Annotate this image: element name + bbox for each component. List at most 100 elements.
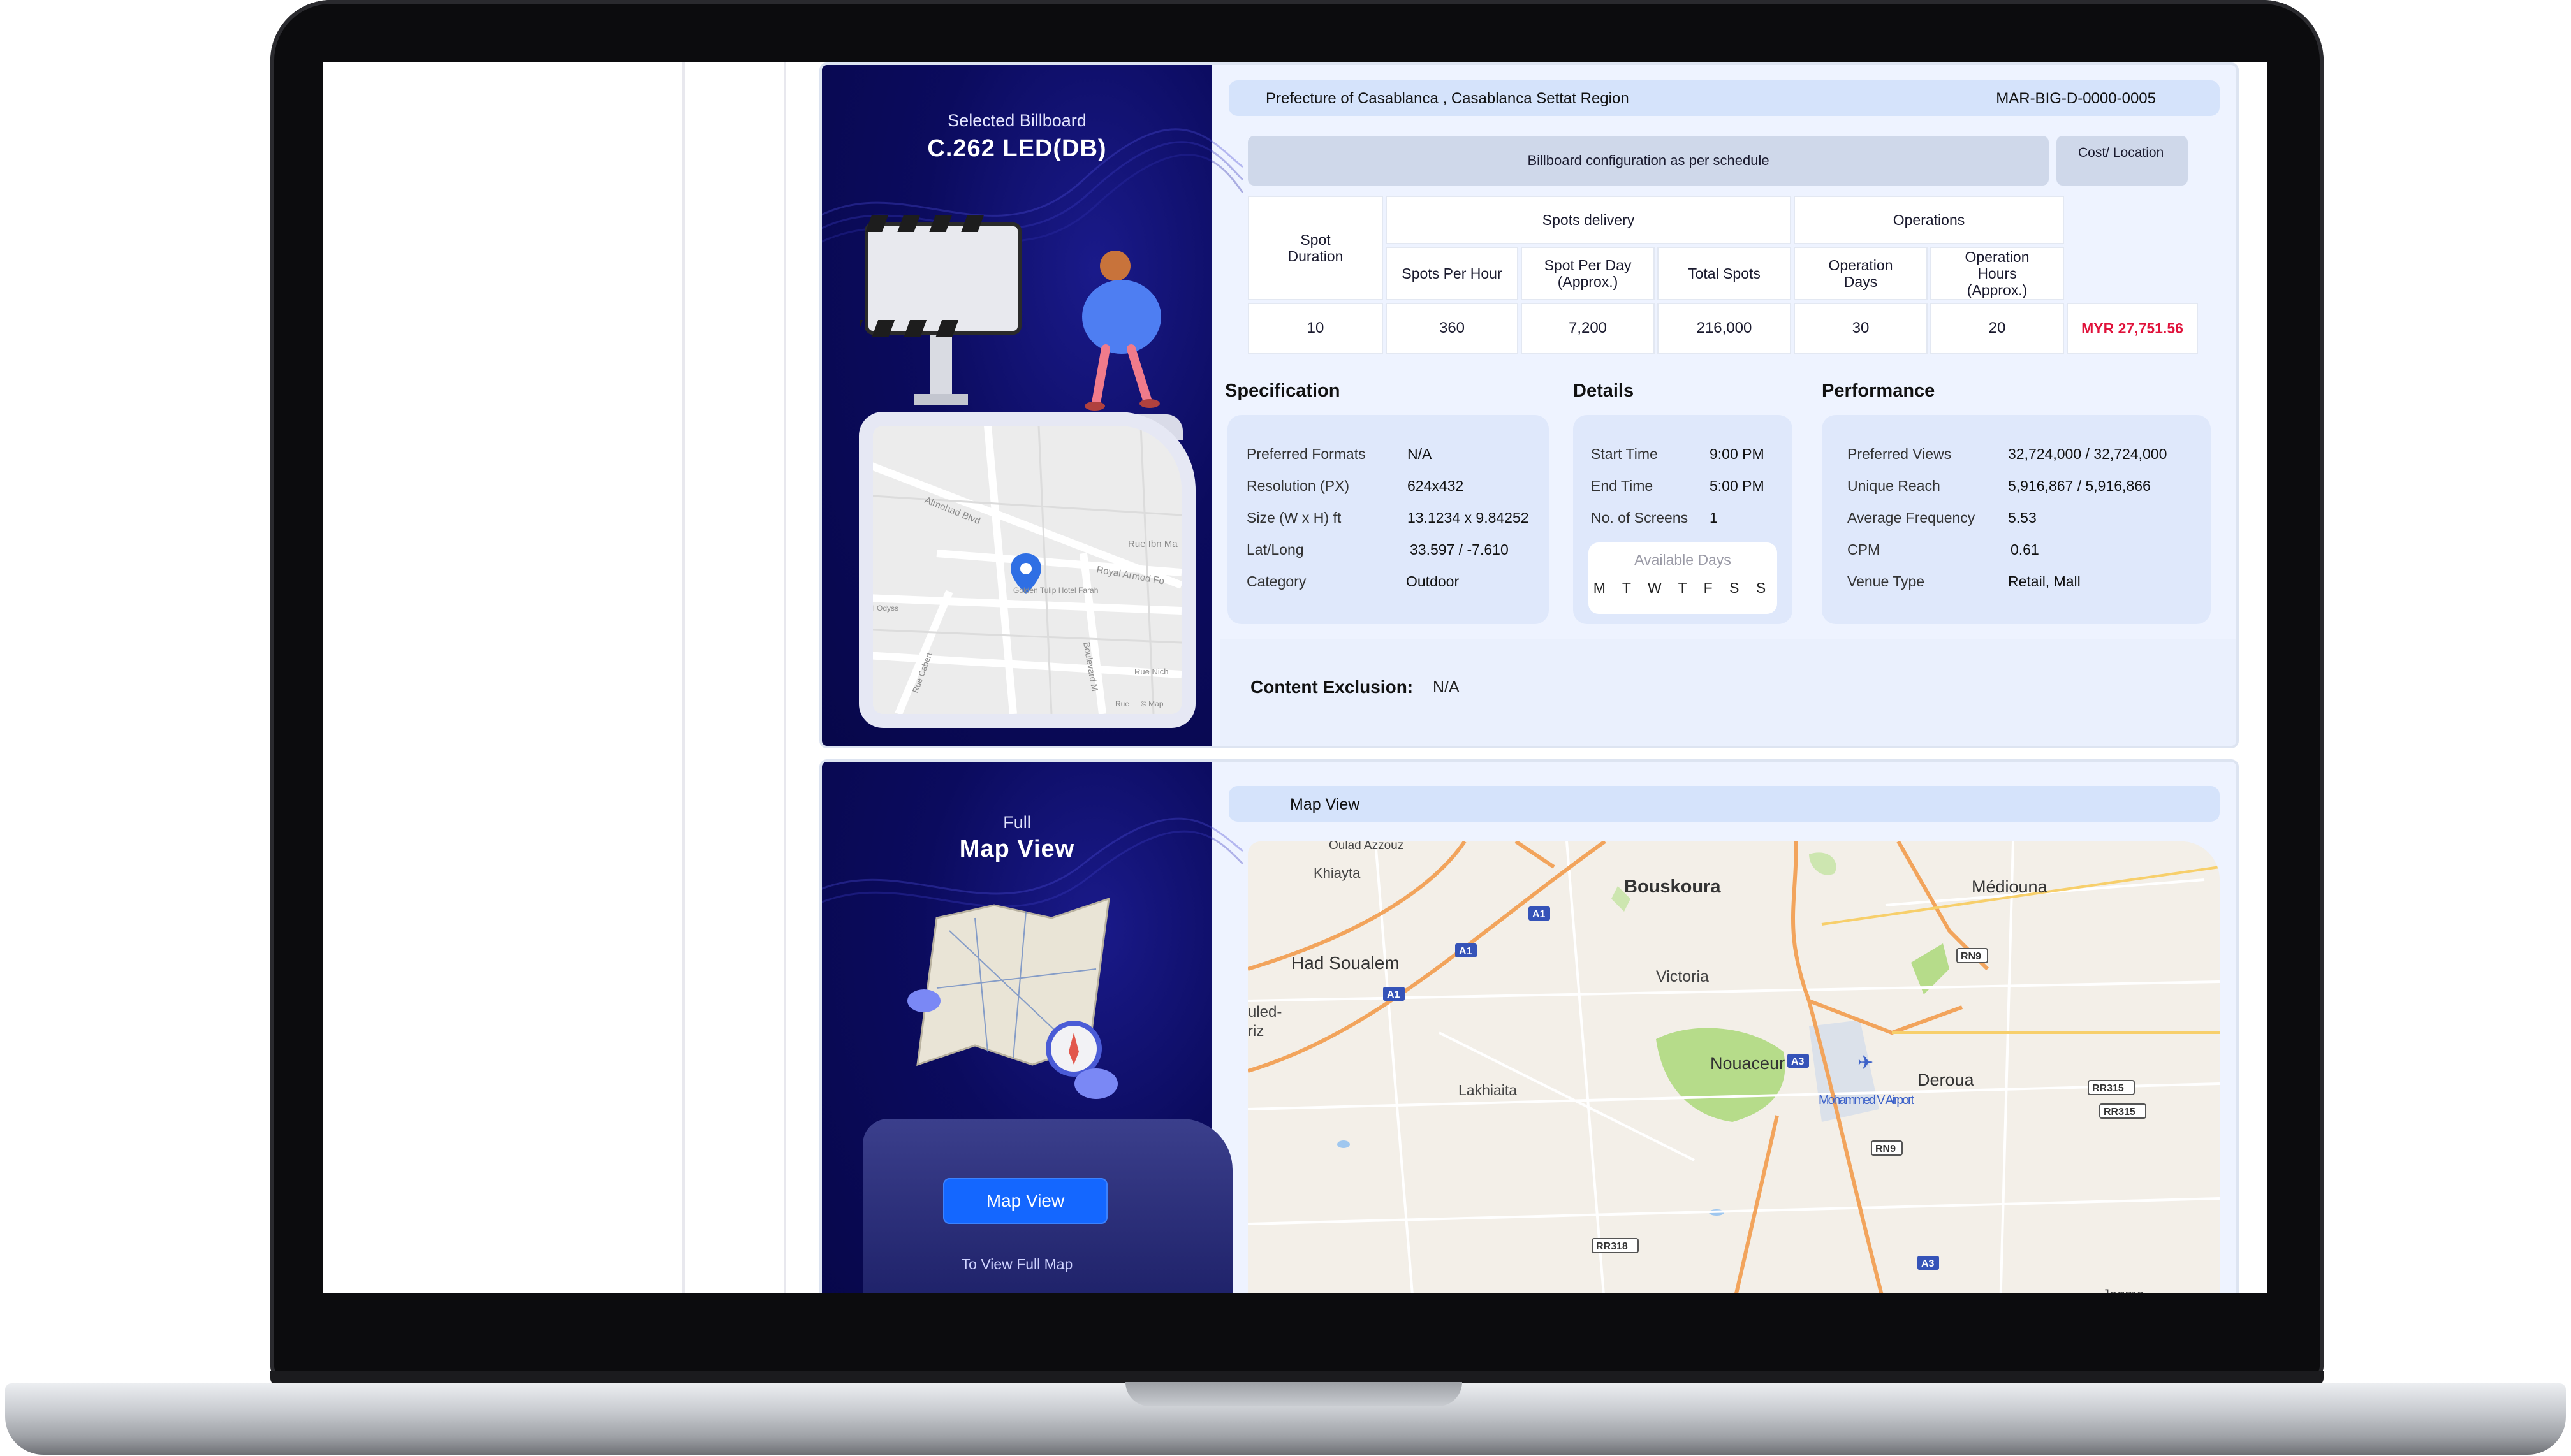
- spec-value: N/A: [1407, 446, 1432, 462]
- laptop-notch: [1125, 1382, 1462, 1406]
- perf-label: Preferred Views: [1847, 446, 1952, 462]
- cost-header: Cost/ Location: [2056, 136, 2188, 186]
- cost-header-label: Cost/ Location: [2078, 145, 2164, 160]
- map-label-rue-ibn: Rue Ibn Ma: [1128, 539, 1178, 550]
- spec-label: Lat/Long: [1247, 541, 1304, 558]
- details-panel: Start Time 9:00 PM End Time 5:00 PM No. …: [1573, 415, 1792, 624]
- place-nouaceur: Nouaceur: [1710, 1054, 1785, 1073]
- place-bouskoura: Bouskoura: [1624, 877, 1721, 897]
- map-attribution: © Map: [1141, 699, 1164, 708]
- col-operation-hours: Operation Hours (Approx.): [1930, 247, 2064, 300]
- specification-title: Specification: [1225, 381, 1340, 401]
- region-map[interactable]: ✈ Oulad Azzouz Khiayta Bouskoura Médioun…: [1248, 841, 2220, 1293]
- place-riz: riz: [1248, 1023, 1264, 1040]
- col-spot-per-day: Spot Per Day (Approx.): [1521, 247, 1655, 300]
- map-view-bar-label: Map View: [1290, 796, 1360, 813]
- config-header: Billboard configuration as per schedule: [1248, 136, 2049, 186]
- place-lakhiaita: Lakhiaita: [1458, 1082, 1517, 1098]
- cell-operation-days: 30: [1794, 303, 1928, 354]
- hero-kicker: Selected Billboard: [948, 111, 1087, 130]
- location-name: Prefecture of Casablanca , Casablanca Se…: [1266, 90, 1629, 107]
- map-card: Full Map View Map View To View Full Map …: [819, 759, 2239, 1293]
- available-days-title: Available Days: [1634, 551, 1731, 568]
- details-label: Start Time: [1591, 446, 1658, 462]
- perf-value: 5,916,867 / 5,916,866: [2008, 477, 2151, 494]
- mini-map-streets: Almohad Blvd Rue Ibn Ma Royal Armed Fo G…: [873, 426, 1182, 714]
- content-exclusion-label: Content Exclusion:: [1250, 677, 1414, 697]
- map-view-caption: To View Full Map: [961, 1256, 1073, 1272]
- billboard-info: Prefecture of Casablanca , Casablanca Se…: [1212, 65, 2236, 746]
- billboard-illustration: [860, 215, 1022, 405]
- spec-label: Category: [1247, 573, 1307, 590]
- map-hero-title: Map View: [959, 836, 1075, 863]
- perf-label: Unique Reach: [1847, 477, 1940, 494]
- map-hero: Full Map View Map View To View Full Map: [822, 762, 1243, 1293]
- mini-map[interactable]: Almohad Blvd Rue Ibn Ma Royal Armed Fo G…: [873, 426, 1182, 714]
- spec-value: Outdoor: [1406, 573, 1460, 590]
- character-illustration: [1082, 251, 1161, 411]
- side-gutter: [685, 62, 786, 1293]
- perf-value: 5.53: [2008, 509, 2037, 526]
- perf-value: 0.61: [2011, 541, 2039, 558]
- map-view-bar: Map View: [1229, 786, 2220, 822]
- col-operation-days: Operation Days: [1794, 247, 1928, 300]
- sidebar: [323, 62, 685, 1293]
- map-label-rue-nich: Rue Nich: [1134, 667, 1168, 676]
- badge-rr315: RR315: [2104, 1107, 2135, 1117]
- place-had-soualem: Had Soualem: [1291, 953, 1400, 973]
- place-uled: uled-: [1248, 1003, 1282, 1021]
- details-label: No. of Screens: [1591, 509, 1688, 526]
- place-victoria: Victoria: [1656, 968, 1709, 986]
- cell-total-spots: 216,000: [1657, 303, 1791, 354]
- folded-map-illustration: [907, 897, 1118, 1099]
- details-value: 5:00 PM: [1710, 477, 1764, 494]
- badge-a3: A3: [1921, 1258, 1935, 1269]
- details-title: Details: [1573, 381, 1634, 401]
- performance-title: Performance: [1822, 381, 1935, 401]
- group-operations: Operations: [1794, 196, 2064, 244]
- place-jaqma: Jaqma: [2102, 1286, 2145, 1293]
- perf-label: Venue Type: [1847, 573, 1925, 590]
- spec-label: Preferred Formats: [1247, 446, 1366, 462]
- group-spots-delivery: Spots delivery: [1386, 196, 1791, 244]
- billboard-card: Selected Billboard C.262 LED(DB) Almohad…: [819, 62, 2239, 748]
- place-khiayta: Khiayta: [1314, 865, 1361, 881]
- airport-icon: ✈: [1857, 1052, 1873, 1074]
- cell-spot-duration: 10: [1248, 303, 1383, 354]
- map-label-hotel: Golden Tulip Hotel Farah: [1013, 586, 1098, 595]
- col-spot-duration-label: Spot Duration: [1287, 231, 1344, 265]
- col-spot-duration: Spot Duration: [1248, 196, 1383, 300]
- place-mediouna: Médiouna: [1972, 877, 2048, 896]
- cell-spot-per-day: 7,200: [1521, 303, 1655, 354]
- details-value: 1: [1710, 509, 1718, 526]
- badge-a1: A1: [1459, 946, 1472, 957]
- region-map-canvas: ✈ Oulad Azzouz Khiayta Bouskoura Médioun…: [1248, 841, 2220, 1293]
- spec-value: 13.1234 x 9.84252: [1407, 509, 1529, 526]
- map-info: Map View ✈ Oulad Azzouz Khiayta Bouskour…: [1212, 762, 2236, 1293]
- specification-panel: Preferred Formats N/A Resolution (PX) 62…: [1227, 415, 1549, 624]
- perf-label: CPM: [1847, 541, 1880, 558]
- map-hero-kicker: Full: [1003, 813, 1031, 832]
- place-deroua: Deroua: [1917, 1070, 1975, 1089]
- details-label: End Time: [1591, 477, 1653, 494]
- map-label-rue: Rue: [1115, 699, 1129, 708]
- cell-operation-hours: 20: [1930, 303, 2064, 354]
- billboard-code: MAR-BIG-D-0000-0005: [1996, 90, 2156, 107]
- spec-value: 33.597 / -7.610: [1410, 541, 1509, 558]
- map-view-button[interactable]: Map View: [943, 1178, 1108, 1224]
- badge-a1: A1: [1387, 989, 1400, 1000]
- spec-label: Resolution (PX): [1247, 477, 1350, 494]
- col-operation-days-label: Operation Days: [1828, 257, 1893, 290]
- place-airport: Mohammed V Airport: [1819, 1093, 1914, 1107]
- badge-a3: A3: [1791, 1056, 1805, 1067]
- performance-panel: Preferred Views 32,724,000 / 32,724,000 …: [1822, 415, 2211, 624]
- map-label-odyss: l Odyss: [873, 604, 898, 613]
- spec-value: 624x432: [1407, 477, 1464, 494]
- content-exclusion-value: N/A: [1433, 678, 1460, 696]
- perf-value: 32,724,000 / 32,724,000: [2008, 446, 2167, 462]
- badge-rn9: RN9: [1961, 951, 1981, 962]
- col-spots-per-hour: Spots Per Hour: [1386, 247, 1518, 300]
- available-days: Available Days M T W T F S S: [1588, 542, 1777, 614]
- badge-rr318: RR318: [1596, 1241, 1628, 1252]
- screen: Selected Billboard C.262 LED(DB) Almohad…: [323, 62, 2267, 1293]
